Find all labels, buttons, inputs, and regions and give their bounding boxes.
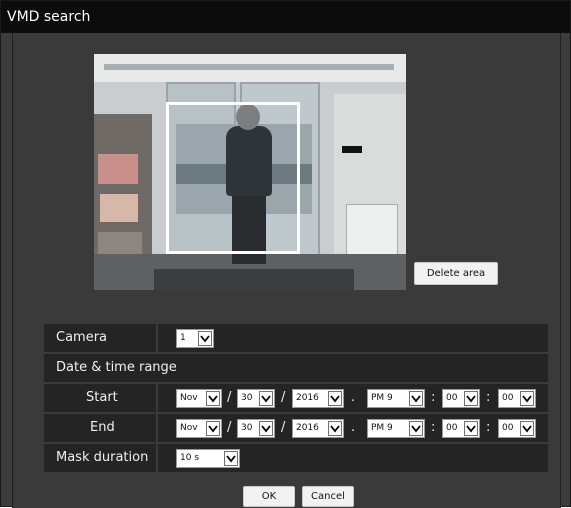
- end-minute-select[interactable]: 00: [442, 419, 480, 438]
- start-day-select[interactable]: 30: [237, 389, 275, 408]
- dot-separator: .: [351, 420, 356, 435]
- end-hour-value: PM 9: [371, 423, 393, 433]
- camera-scene-light: [104, 64, 394, 70]
- end-year-select[interactable]: 2016: [292, 419, 344, 438]
- end-label: End: [90, 420, 115, 435]
- end-day-value: 30: [241, 423, 253, 433]
- start-day-value: 30: [241, 393, 253, 403]
- end-month-value: Nov: [180, 423, 198, 433]
- dialog-content: Delete area Camera 1 Date & time range S…: [12, 33, 561, 508]
- mask-duration-label: Mask duration: [56, 450, 149, 465]
- end-month-select[interactable]: Nov: [176, 419, 222, 438]
- start-month-select[interactable]: Nov: [176, 389, 222, 408]
- date-separator: /: [281, 420, 286, 435]
- camera-image[interactable]: [94, 54, 406, 290]
- chevron-down-icon: [259, 421, 273, 436]
- camera-scene-mat: [154, 269, 354, 290]
- start-minute-select[interactable]: 00: [442, 389, 480, 408]
- column-divider: [156, 324, 158, 352]
- window-title: VMD search: [7, 9, 91, 25]
- chevron-down-icon: [259, 391, 273, 406]
- chevron-down-icon: [206, 391, 220, 406]
- chevron-down-icon: [328, 421, 342, 436]
- camera-scene-goods: [98, 232, 142, 256]
- camera-label: Camera: [56, 330, 108, 345]
- end-second-select[interactable]: 00: [498, 419, 536, 438]
- start-year-value: 2016: [296, 393, 319, 403]
- delete-area-button[interactable]: Delete area: [414, 262, 498, 285]
- date-separator: /: [227, 390, 232, 405]
- chevron-down-icon: [206, 421, 220, 436]
- end-year-value: 2016: [296, 423, 319, 433]
- column-divider: [156, 384, 158, 412]
- detection-area-rectangle[interactable]: [166, 102, 300, 254]
- camera-scene-goods: [98, 154, 138, 184]
- start-second-value: 00: [502, 393, 514, 403]
- chevron-down-icon: [224, 451, 238, 466]
- ok-button[interactable]: OK: [243, 486, 295, 507]
- cancel-button[interactable]: Cancel: [302, 486, 354, 507]
- start-year-select[interactable]: 2016: [292, 389, 344, 408]
- column-divider: [156, 444, 158, 472]
- chevron-down-icon: [464, 391, 478, 406]
- mask-duration-value: 10 s: [180, 453, 200, 463]
- end-hour-select[interactable]: PM 9: [367, 419, 425, 438]
- camera-scene-sign: [342, 146, 362, 153]
- start-hour-select[interactable]: PM 9: [367, 389, 425, 408]
- start-label: Start: [86, 390, 118, 405]
- chevron-down-icon: [409, 391, 423, 406]
- chevron-down-icon: [520, 391, 534, 406]
- title-bar: VMD search: [1, 1, 570, 33]
- time-separator: :: [431, 420, 436, 435]
- date-time-range-row: Date & time range: [44, 354, 548, 384]
- chevron-down-icon: [520, 421, 534, 436]
- end-minute-value: 00: [446, 423, 458, 433]
- chevron-down-icon: [409, 421, 423, 436]
- date-separator: /: [281, 390, 286, 405]
- start-minute-value: 00: [446, 393, 458, 403]
- start-month-value: Nov: [180, 393, 198, 403]
- camera-scene-goods: [100, 194, 138, 222]
- dot-separator: .: [351, 390, 356, 405]
- column-divider: [156, 414, 158, 442]
- camera-row: Camera 1: [44, 324, 548, 354]
- time-separator: :: [486, 390, 491, 405]
- vmd-search-window: VMD search Delete area Camera 1 Date & t…: [0, 0, 571, 508]
- start-hour-value: PM 9: [371, 393, 393, 403]
- start-second-select[interactable]: 00: [498, 389, 536, 408]
- camera-select[interactable]: 1: [176, 329, 214, 348]
- end-second-value: 00: [502, 423, 514, 433]
- time-separator: :: [486, 420, 491, 435]
- date-time-range-label: Date & time range: [56, 360, 177, 375]
- date-separator: /: [227, 420, 232, 435]
- chevron-down-icon: [464, 421, 478, 436]
- mask-duration-row: Mask duration 10 s: [44, 444, 548, 474]
- end-row: End Nov / 30 / 2016 . PM 9: 00: 00: [44, 414, 548, 444]
- chevron-down-icon: [198, 331, 212, 346]
- end-day-select[interactable]: 30: [237, 419, 275, 438]
- mask-duration-select[interactable]: 10 s: [176, 449, 240, 468]
- camera-select-value: 1: [180, 333, 186, 343]
- start-row: Start Nov / 30 / 2016 . PM 9: 00: 00: [44, 384, 548, 414]
- time-separator: :: [431, 390, 436, 405]
- chevron-down-icon: [328, 391, 342, 406]
